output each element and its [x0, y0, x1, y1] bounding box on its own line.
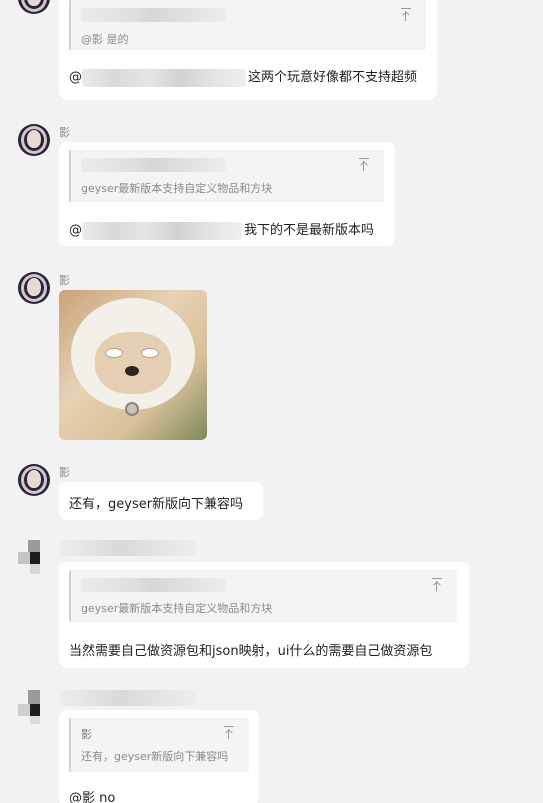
avatar[interactable]: [18, 538, 50, 574]
quoted-text: @影 是的: [81, 33, 129, 46]
message-item: 影 geyser最新版本支持自定义物品和方块 @ 我下的不是最新版本吗: [0, 122, 543, 250]
message-item: geyser最新版本支持自定义物品和方块 当然需要自己做资源包和json映射，u…: [0, 538, 543, 672]
avatar[interactable]: [18, 124, 50, 156]
message-item: 影 还有，geyser新版向下兼容吗: [0, 462, 543, 522]
mention-at: @: [69, 223, 82, 238]
pin-top-icon[interactable]: [431, 578, 443, 592]
quoted-sender-blurred: [81, 578, 226, 592]
message-text: 还有，geyser新版向下兼容吗: [69, 497, 244, 512]
avatar[interactable]: [18, 688, 50, 724]
mention-blurred: [82, 68, 246, 87]
message-bubble[interactable]: 还有，geyser新版向下兼容吗: [59, 482, 263, 520]
sender-name: 影: [59, 466, 70, 479]
mention-blurred: [82, 221, 242, 240]
chat-window: @影 是的 @ 这两个玩意好像都不支持超频 影 geyser最新版本支持自定义物品…: [0, 0, 543, 803]
pin-top-icon[interactable]: [400, 8, 412, 22]
pin-top-icon[interactable]: [358, 158, 370, 172]
message-bubble[interactable]: geyser最新版本支持自定义物品和方块 当然需要自己做资源包和json映射，u…: [59, 562, 469, 668]
quoted-sender-blurred: [81, 8, 226, 22]
message-item: 影 还有，geyser新版向下兼容吗 @影 no: [0, 688, 543, 803]
avatar[interactable]: [18, 464, 50, 496]
quoted-text: 还有，geyser新版向下兼容吗: [81, 750, 229, 763]
message-bubble[interactable]: geyser最新版本支持自定义物品和方块 @ 我下的不是最新版本吗: [59, 142, 395, 246]
quoted-message[interactable]: 影 还有，geyser新版向下兼容吗: [69, 718, 249, 772]
avatar[interactable]: [18, 0, 50, 14]
quoted-message[interactable]: geyser最新版本支持自定义物品和方块: [69, 570, 457, 622]
message-bubble[interactable]: 影 还有，geyser新版向下兼容吗 @影 no: [59, 710, 259, 803]
message-text: 这两个玩意好像都不支持超频: [248, 70, 418, 85]
message-text: 当然需要自己做资源包和json映射，ui什么的需要自己做资源包: [69, 644, 433, 659]
quoted-text: geyser最新版本支持自定义物品和方块: [81, 182, 273, 195]
quoted-sender: 影: [81, 728, 92, 741]
quoted-text: geyser最新版本支持自定义物品和方块: [81, 602, 273, 615]
message-item: @影 是的 @ 这两个玩意好像都不支持超频: [0, 0, 543, 100]
message-bubble[interactable]: @影 是的 @ 这两个玩意好像都不支持超频: [59, 0, 437, 100]
sender-name-blurred: [60, 690, 196, 706]
sender-name: 影: [59, 126, 70, 139]
avatar[interactable]: [18, 272, 50, 304]
quoted-sender-blurred: [81, 158, 226, 172]
quoted-message[interactable]: @影 是的: [69, 0, 426, 50]
message-text-row: @ 我下的不是最新版本吗: [69, 219, 374, 240]
sender-name-blurred: [60, 540, 196, 556]
message-text: @影 no: [69, 791, 116, 803]
pin-top-icon[interactable]: [223, 726, 235, 740]
message-text-row: @ 这两个玩意好像都不支持超频: [69, 66, 417, 87]
quoted-message[interactable]: geyser最新版本支持自定义物品和方块: [69, 150, 384, 202]
message-text: 我下的不是最新版本吗: [244, 223, 375, 238]
sticker-image[interactable]: [59, 290, 207, 440]
mention-at: @: [69, 70, 82, 85]
sender-name: 影: [59, 274, 70, 287]
